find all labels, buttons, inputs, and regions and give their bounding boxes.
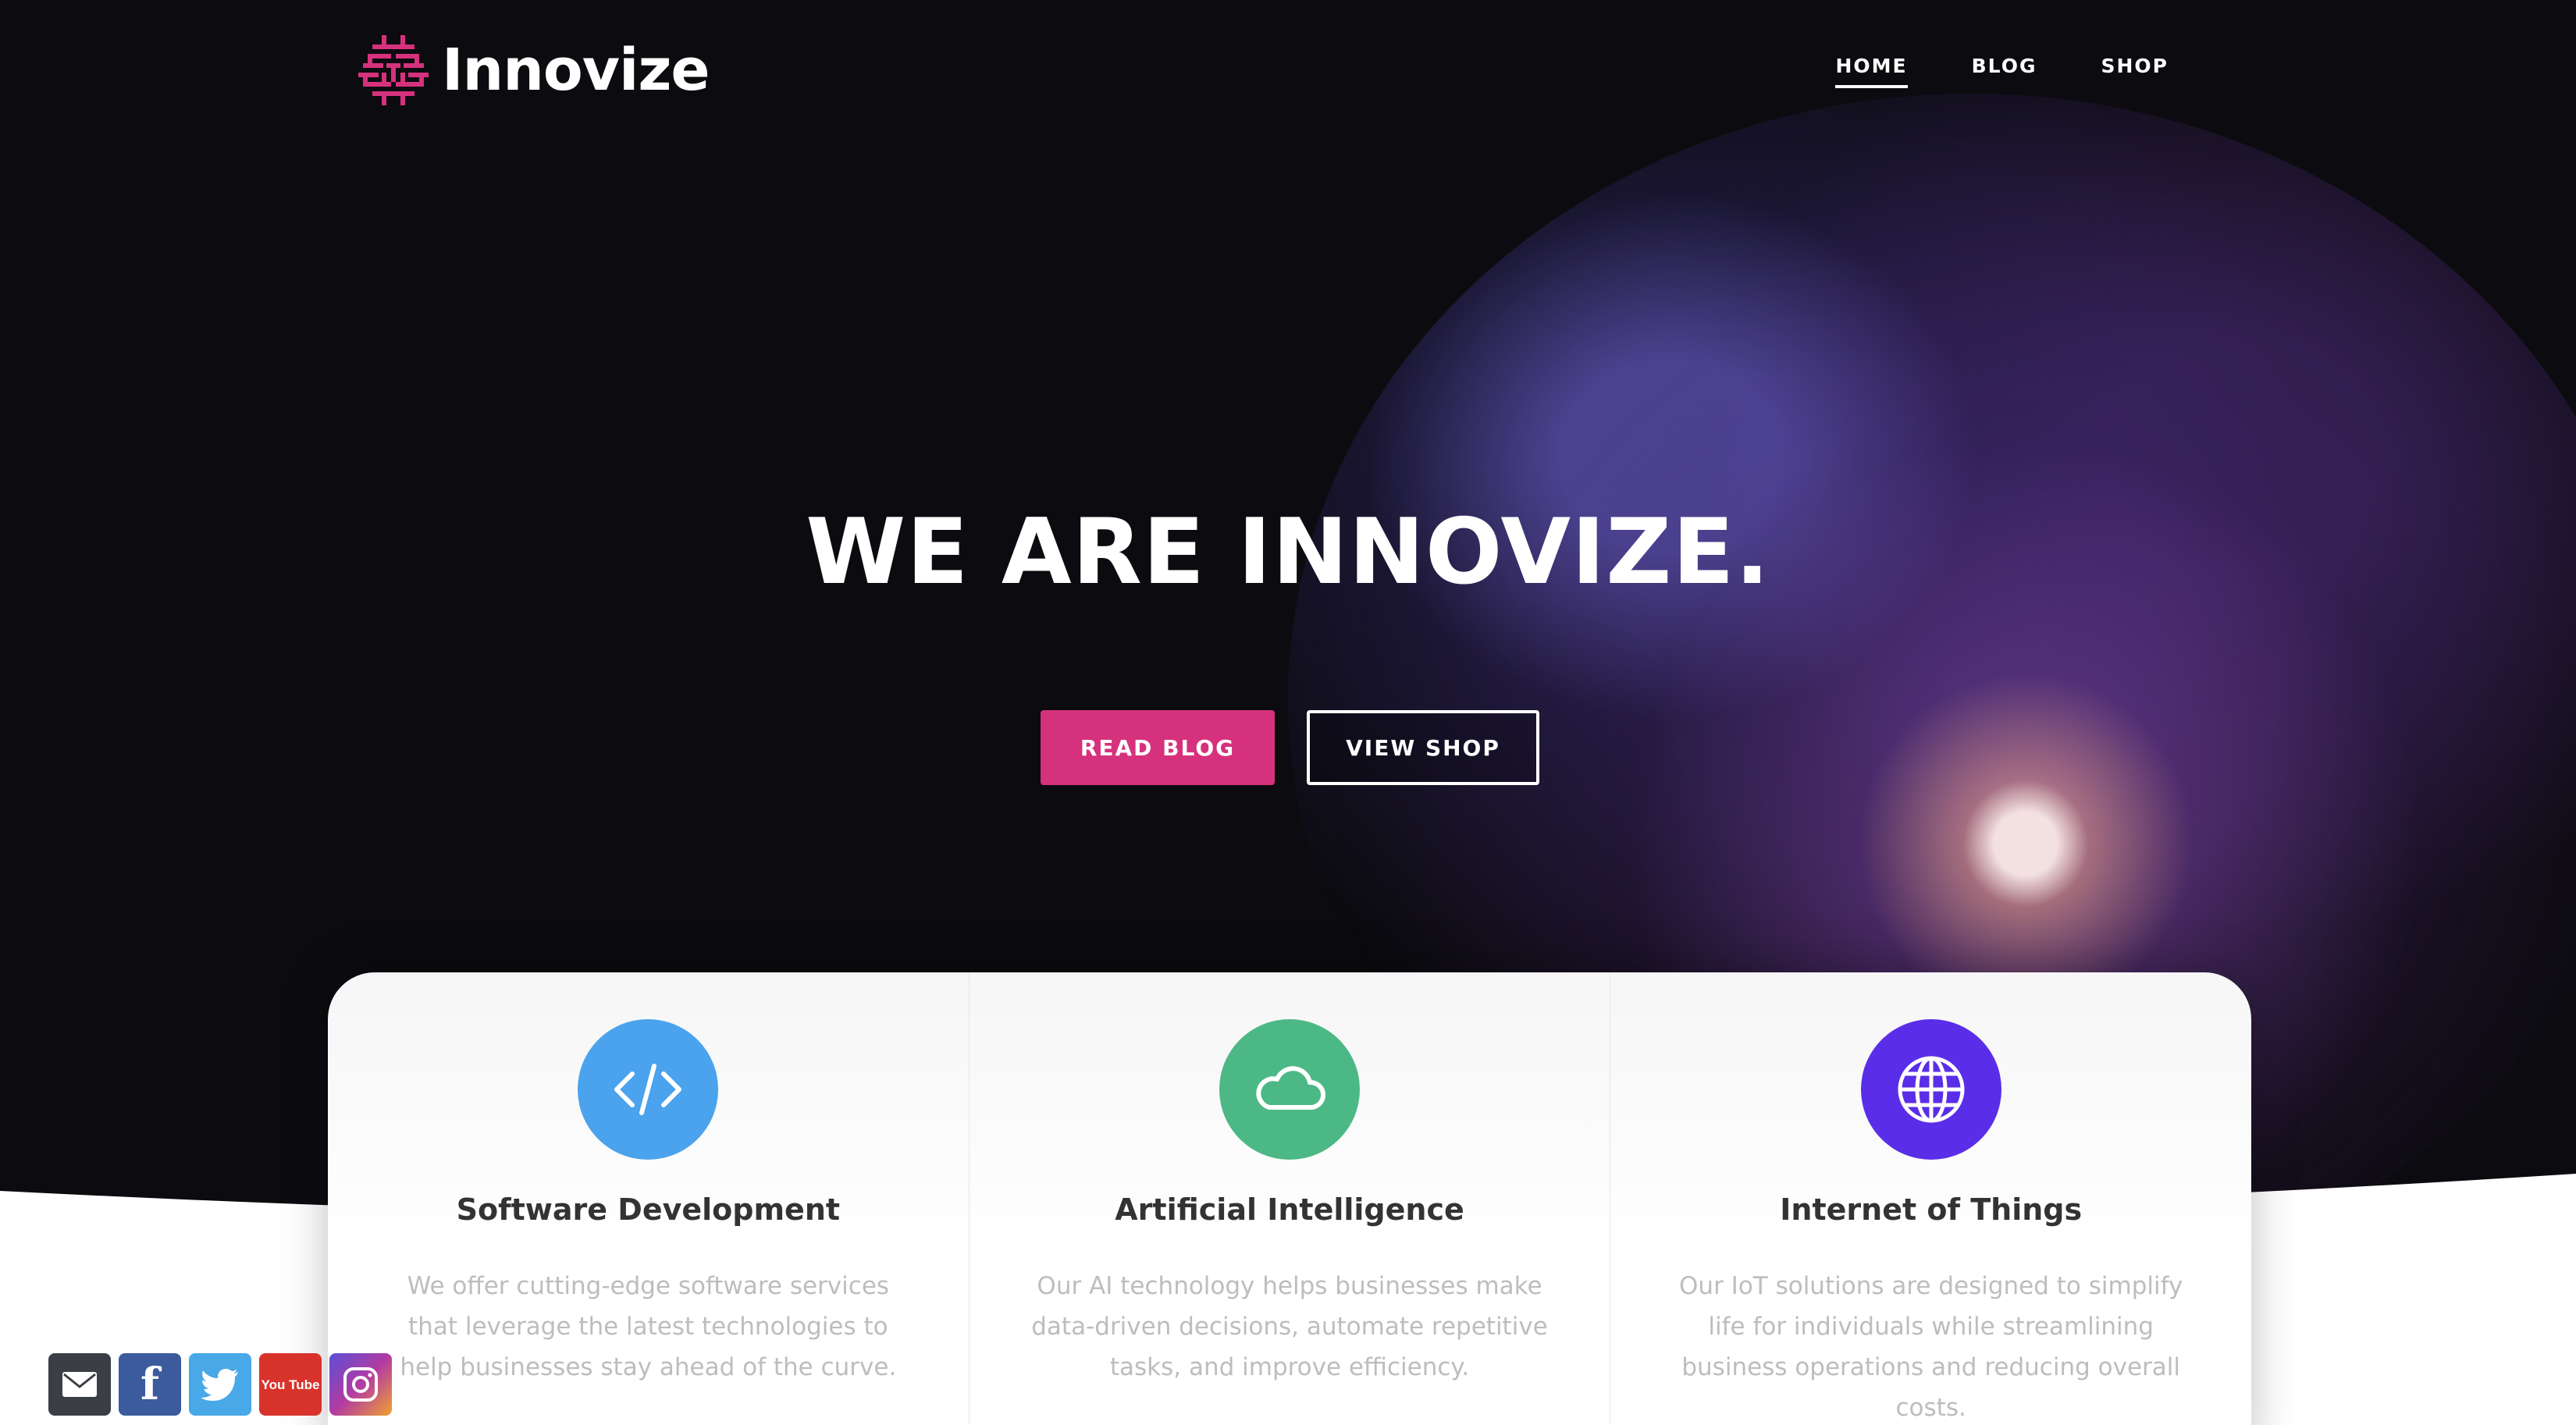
youtube-icon[interactable]: You Tube xyxy=(259,1353,322,1416)
services-section: Software Development We offer cutting-ed… xyxy=(328,972,2251,1425)
read-blog-button[interactable]: READ BLOG xyxy=(1041,710,1275,785)
service-card-software: Software Development We offer cutting-ed… xyxy=(328,972,969,1425)
hero-title: WE ARE INNOVIZE. xyxy=(806,499,1770,605)
service-description: Our IoT solutions are designed to simpli… xyxy=(1679,1272,2183,1422)
facebook-icon[interactable]: f xyxy=(119,1353,181,1416)
nav-home[interactable]: HOME xyxy=(1835,55,1908,88)
logo-maze-icon xyxy=(358,35,429,105)
nav-blog[interactable]: BLOG xyxy=(1972,55,2037,88)
social-bar: f You Tube xyxy=(48,1353,392,1416)
service-card-iot: Internet of Things Our IoT solutions are… xyxy=(1610,972,2251,1425)
email-icon[interactable] xyxy=(48,1353,111,1416)
twitter-icon[interactable] xyxy=(189,1353,251,1416)
globe-icon xyxy=(1860,1019,2001,1160)
instagram-icon[interactable] xyxy=(329,1353,392,1416)
service-title: Internet of Things xyxy=(1780,1192,2083,1227)
service-description: We offer cutting-edge software services … xyxy=(400,1272,897,1381)
main-nav: HOME BLOG SHOP xyxy=(1835,55,2169,88)
cloud-icon xyxy=(1219,1019,1360,1160)
service-description: Our AI technology helps businesses make … xyxy=(1031,1272,1548,1381)
logo-text: Innovize xyxy=(442,37,710,104)
site-logo[interactable]: Innovize xyxy=(354,30,710,111)
code-icon xyxy=(578,1019,719,1160)
service-title: Software Development xyxy=(456,1192,841,1227)
nav-shop[interactable]: SHOP xyxy=(2101,55,2169,88)
service-card-ai: Artificial Intelligence Our AI technolog… xyxy=(968,972,1610,1425)
view-shop-button[interactable]: VIEW SHOP xyxy=(1307,710,1539,785)
service-title: Artificial Intelligence xyxy=(1115,1192,1464,1227)
